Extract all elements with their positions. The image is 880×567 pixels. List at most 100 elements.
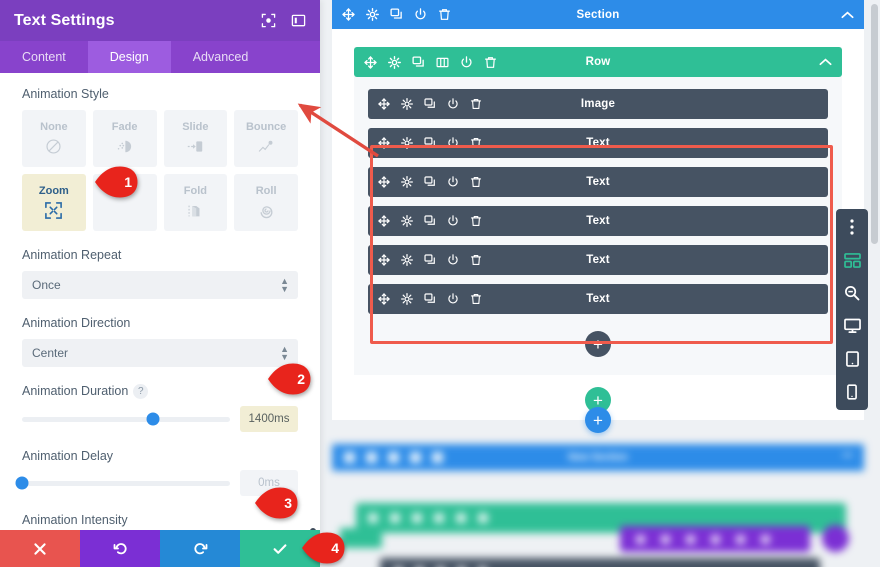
move-icon[interactable] xyxy=(378,176,390,188)
gear-icon[interactable] xyxy=(401,254,413,266)
panel-header: Text Settings xyxy=(0,0,320,41)
callout-badge-1: 1 xyxy=(93,165,139,199)
callout-badge-2: 2 xyxy=(266,362,312,396)
row-block: Row Image Text Text Text Text Text + xyxy=(354,47,842,375)
duplicate-icon[interactable] xyxy=(424,176,436,188)
power-icon[interactable] xyxy=(447,98,459,110)
duplicate-icon[interactable] xyxy=(424,137,436,149)
trash-icon[interactable] xyxy=(470,215,482,227)
animation-style-roll-tile[interactable]: Roll xyxy=(234,174,298,231)
animation-duration-thumb[interactable] xyxy=(146,412,160,426)
animation-style-bounce-tile[interactable]: Bounce xyxy=(234,110,298,167)
animation-duration-slider[interactable] xyxy=(22,412,230,426)
wireframe-icon[interactable] xyxy=(843,251,861,269)
move-icon[interactable] xyxy=(378,137,390,149)
module-bar-text-1[interactable]: Text xyxy=(368,128,828,158)
panel-scrollbar[interactable] xyxy=(310,528,316,530)
row-toolbar[interactable]: Row xyxy=(354,47,842,77)
focus-target-icon[interactable] xyxy=(260,13,276,29)
add-module-button[interactable]: + xyxy=(585,331,611,357)
duplicate-icon[interactable] xyxy=(412,55,425,69)
columns-icon[interactable] xyxy=(436,56,449,69)
module-bar-text-4[interactable]: Text xyxy=(368,245,828,275)
phone-view-icon[interactable] xyxy=(843,383,861,401)
module-toolbar-icons xyxy=(378,293,482,305)
animation-style-fade-tile[interactable]: Fade xyxy=(92,110,157,167)
duplicate-icon[interactable] xyxy=(424,254,436,266)
help-icon[interactable]: ? xyxy=(133,384,149,400)
view-mode-toolbar xyxy=(836,209,868,410)
gear-icon[interactable] xyxy=(401,215,413,227)
tab-advanced[interactable]: Advanced xyxy=(171,41,271,73)
gear-icon[interactable] xyxy=(388,55,401,69)
tab-design[interactable]: Design xyxy=(87,41,171,73)
divi-builder-screen: Text Settings Content Design Advanced An… xyxy=(0,0,880,567)
duplicate-icon[interactable] xyxy=(424,215,436,227)
trash-icon[interactable] xyxy=(470,254,482,266)
tab-content[interactable]: Content xyxy=(0,41,88,73)
panel-layout-icon[interactable] xyxy=(290,13,306,29)
animation-duration-value[interactable]: 1400ms xyxy=(240,406,298,433)
discard-button[interactable] xyxy=(0,530,80,567)
animation-style-fold-tile[interactable]: Fold xyxy=(163,174,228,231)
trash-icon[interactable] xyxy=(470,98,482,110)
module-bar-text-2[interactable]: Text xyxy=(368,167,828,197)
builder-canvas: Section Row Image Text Text Text Text Te… xyxy=(320,0,880,567)
trash-icon[interactable] xyxy=(438,8,451,21)
gear-icon[interactable] xyxy=(401,98,413,110)
power-icon[interactable] xyxy=(447,215,459,227)
move-icon[interactable] xyxy=(378,293,390,305)
move-icon[interactable] xyxy=(342,8,355,21)
module-bar-text-5[interactable]: Text xyxy=(368,284,828,314)
move-icon[interactable] xyxy=(378,254,390,266)
gear-icon[interactable] xyxy=(401,293,413,305)
add-section-button[interactable]: + xyxy=(585,407,611,433)
callout-number-2: 2 xyxy=(297,371,305,387)
power-icon[interactable] xyxy=(460,55,473,69)
canvas-scrollbar[interactable] xyxy=(871,4,878,244)
move-icon[interactable] xyxy=(364,55,377,69)
duplicate-icon[interactable] xyxy=(390,8,403,21)
section-toolbar[interactable]: Section xyxy=(332,0,864,29)
animation-style-bounce-label: Bounce xyxy=(245,120,287,133)
undo-button[interactable] xyxy=(80,530,160,567)
power-icon[interactable] xyxy=(447,293,459,305)
gear-icon[interactable] xyxy=(401,137,413,149)
module-bar-image[interactable]: Image xyxy=(368,89,828,119)
gear-icon[interactable] xyxy=(401,176,413,188)
animation-style-zoom-tile[interactable]: Zoom xyxy=(22,174,86,231)
trash-icon[interactable] xyxy=(470,293,482,305)
section-toolbar-icons xyxy=(342,8,451,21)
section-collapse-icon[interactable] xyxy=(841,10,854,19)
trash-icon[interactable] xyxy=(470,137,482,149)
animation-delay-thumb[interactable] xyxy=(15,476,29,490)
move-icon[interactable] xyxy=(378,98,390,110)
desktop-view-icon[interactable] xyxy=(843,317,861,335)
animation-delay-slider[interactable] xyxy=(15,476,230,490)
trash-icon[interactable] xyxy=(470,176,482,188)
redo-button[interactable] xyxy=(160,530,240,567)
gear-icon[interactable] xyxy=(366,8,379,21)
power-icon[interactable] xyxy=(414,8,427,21)
animation-style-none-tile[interactable]: None xyxy=(22,110,86,167)
power-icon[interactable] xyxy=(447,176,459,188)
module-toolbar-icons xyxy=(378,215,482,227)
duplicate-icon[interactable] xyxy=(424,293,436,305)
panel-action-bar xyxy=(0,530,320,567)
text-settings-panel: Text Settings Content Design Advanced An… xyxy=(0,0,320,567)
section-block: Section Row Image Text Text Text Text Te… xyxy=(332,0,864,420)
animation-direction-select[interactable]: Center xyxy=(22,339,298,367)
more-options-icon[interactable] xyxy=(843,218,861,236)
move-icon[interactable] xyxy=(378,215,390,227)
tablet-view-icon[interactable] xyxy=(843,350,861,368)
duplicate-icon[interactable] xyxy=(424,98,436,110)
animation-style-slide-tile[interactable]: Slide xyxy=(163,110,228,167)
animation-repeat-select[interactable]: Once xyxy=(22,271,298,299)
power-icon[interactable] xyxy=(447,254,459,266)
power-icon[interactable] xyxy=(447,137,459,149)
zoom-out-icon[interactable] xyxy=(843,284,861,302)
row-collapse-icon[interactable] xyxy=(819,58,832,66)
row-toolbar-icons xyxy=(364,55,497,69)
trash-icon[interactable] xyxy=(484,56,497,69)
module-bar-text-3[interactable]: Text xyxy=(368,206,828,236)
